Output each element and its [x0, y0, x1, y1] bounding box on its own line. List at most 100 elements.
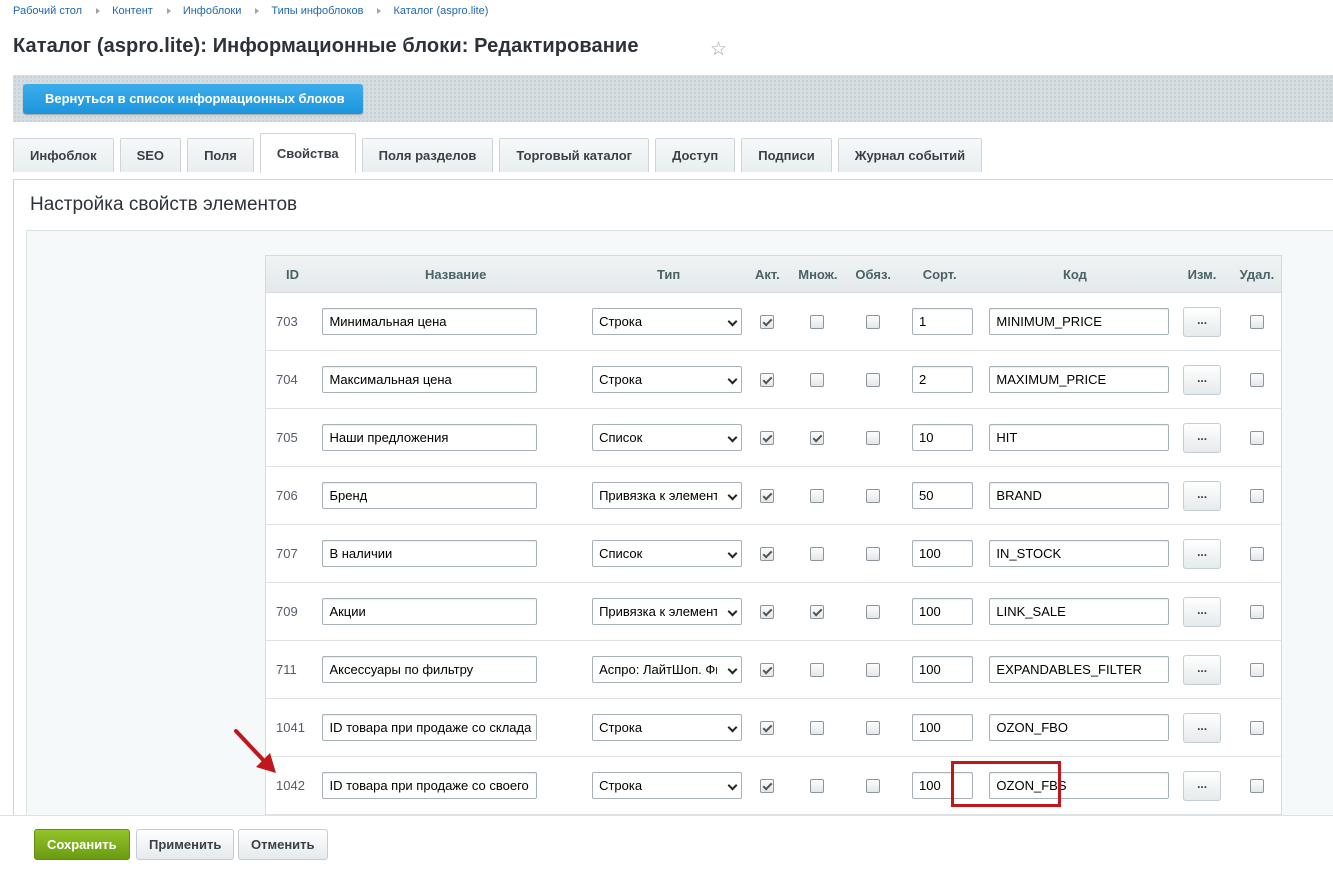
property-code-input[interactable]: MINIMUM_PRICE	[989, 308, 1170, 335]
edit-property-button[interactable]: ...	[1183, 480, 1222, 511]
active-checkbox[interactable]	[759, 315, 774, 330]
edit-property-button[interactable]: ...	[1183, 712, 1222, 743]
active-checkbox[interactable]	[759, 779, 774, 794]
property-name-input[interactable]: Наши предложения	[322, 424, 538, 451]
delete-checkbox[interactable]	[1249, 315, 1264, 330]
property-type-select[interactable]: Привязка к элементам	[592, 598, 743, 625]
tab-properties[interactable]: Свойства	[259, 133, 356, 173]
tab-access[interactable]: Доступ	[655, 138, 736, 172]
apply-button[interactable]: Применить	[136, 829, 235, 860]
sort-input[interactable]: 2	[912, 366, 974, 393]
property-id: 1042	[276, 778, 305, 793]
breadcrumb-iblock-types[interactable]: Типы инфоблоков	[271, 5, 363, 17]
property-code-input[interactable]: IN_STOCK	[989, 540, 1170, 567]
sort-input[interactable]: 100	[912, 540, 974, 567]
delete-checkbox[interactable]	[1249, 721, 1264, 736]
sort-input[interactable]: 100	[912, 714, 974, 741]
delete-checkbox[interactable]	[1249, 489, 1264, 504]
property-type-select[interactable]: Строка	[592, 772, 743, 799]
property-code-input[interactable]: EXPANDABLES_FILTER	[989, 656, 1170, 683]
sort-input[interactable]: 100	[912, 598, 974, 625]
property-name-input[interactable]: ID товара при продаже со склада	[322, 714, 538, 741]
delete-checkbox[interactable]	[1249, 547, 1264, 562]
tab-event-log[interactable]: Журнал событий	[837, 138, 983, 172]
tab-section-fields[interactable]: Поля разделов	[361, 138, 494, 172]
active-checkbox[interactable]	[759, 373, 774, 388]
property-type-select[interactable]: Список	[592, 424, 743, 451]
property-name-input[interactable]: Минимальная цена	[322, 308, 538, 335]
multiple-checkbox[interactable]	[810, 721, 825, 736]
property-type-select[interactable]: Строка	[592, 366, 743, 393]
property-type-select[interactable]: Строка	[592, 308, 743, 335]
back-to-list-button[interactable]: Вернуться в список информационных блоков	[23, 84, 363, 114]
property-code-input[interactable]: BRAND	[989, 482, 1170, 509]
required-checkbox[interactable]	[865, 547, 880, 562]
multiple-checkbox[interactable]	[810, 431, 825, 446]
required-checkbox[interactable]	[865, 779, 880, 794]
property-code-input[interactable]: MAXIMUM_PRICE	[989, 366, 1170, 393]
active-checkbox[interactable]	[759, 605, 774, 620]
tab-captions[interactable]: Подписи	[741, 138, 832, 172]
property-name-input[interactable]: В наличии	[322, 540, 538, 567]
edit-property-button[interactable]: ...	[1183, 596, 1222, 627]
property-name-input[interactable]: Максимальная цена	[322, 366, 538, 393]
tab-seo[interactable]: SEO	[119, 138, 182, 172]
breadcrumb-iblocks[interactable]: Инфоблоки	[183, 5, 242, 17]
property-type-value: Строка	[599, 720, 643, 735]
property-code-input[interactable]: OZON_FBO	[989, 714, 1170, 741]
edit-property-button[interactable]: ...	[1183, 306, 1222, 337]
multiple-checkbox[interactable]	[810, 663, 825, 678]
required-checkbox[interactable]	[865, 605, 880, 620]
edit-property-button[interactable]: ...	[1183, 422, 1222, 453]
delete-checkbox[interactable]	[1249, 779, 1264, 794]
delete-checkbox[interactable]	[1249, 605, 1264, 620]
multiple-checkbox[interactable]	[810, 315, 825, 330]
edit-property-button[interactable]: ...	[1183, 538, 1222, 569]
save-button[interactable]: Сохранить	[34, 829, 130, 860]
delete-checkbox[interactable]	[1249, 663, 1264, 678]
active-checkbox[interactable]	[759, 489, 774, 504]
property-type-select[interactable]: Привязка к элементам	[592, 482, 743, 509]
property-name-input[interactable]: Аксессуары по фильтру	[322, 656, 538, 683]
sort-input[interactable]: 1	[912, 308, 974, 335]
property-code-input[interactable]: LINK_SALE	[989, 598, 1170, 625]
multiple-checkbox[interactable]	[810, 605, 825, 620]
required-checkbox[interactable]	[865, 373, 880, 388]
delete-checkbox[interactable]	[1249, 373, 1264, 388]
tab-fields[interactable]: Поля	[187, 138, 254, 172]
required-checkbox[interactable]	[865, 431, 880, 446]
multiple-checkbox[interactable]	[810, 547, 825, 562]
tab-trade-catalog[interactable]: Торговый каталог	[499, 138, 650, 172]
required-checkbox[interactable]	[865, 663, 880, 678]
property-type-select[interactable]: Список	[592, 540, 743, 567]
delete-checkbox[interactable]	[1249, 431, 1264, 446]
property-type-select[interactable]: Аспро: ЛайтШоп. Фильтр	[592, 656, 743, 683]
active-checkbox[interactable]	[759, 721, 774, 736]
sort-input[interactable]: 10	[912, 424, 974, 451]
breadcrumb-catalog[interactable]: Каталог (aspro.lite)	[393, 5, 488, 17]
property-name-input[interactable]: ID товара при продаже со своего	[322, 772, 538, 799]
edit-property-button[interactable]: ...	[1183, 654, 1222, 685]
active-checkbox[interactable]	[759, 547, 774, 562]
property-code-input[interactable]: HIT	[989, 424, 1170, 451]
sort-input[interactable]: 100	[912, 656, 974, 683]
sort-input[interactable]: 50	[912, 482, 974, 509]
multiple-checkbox[interactable]	[810, 489, 825, 504]
property-name-input[interactable]: Бренд	[322, 482, 538, 509]
tab-infoblock[interactable]: Инфоблок	[13, 138, 114, 172]
cancel-button[interactable]: Отменить	[238, 829, 328, 860]
required-checkbox[interactable]	[865, 489, 880, 504]
breadcrumb-content[interactable]: Контент	[112, 5, 153, 17]
edit-property-button[interactable]: ...	[1183, 364, 1222, 395]
multiple-checkbox[interactable]	[810, 779, 825, 794]
breadcrumb-desktop[interactable]: Рабочий стол	[13, 5, 82, 17]
property-type-select[interactable]: Строка	[592, 714, 743, 741]
required-checkbox[interactable]	[865, 315, 880, 330]
active-checkbox[interactable]	[759, 431, 774, 446]
edit-property-button[interactable]: ...	[1183, 770, 1222, 801]
required-checkbox[interactable]	[865, 721, 880, 736]
active-checkbox[interactable]	[759, 663, 774, 678]
multiple-checkbox[interactable]	[810, 373, 825, 388]
star-icon[interactable]: ☆	[710, 38, 727, 61]
property-name-input[interactable]: Акции	[322, 598, 538, 625]
